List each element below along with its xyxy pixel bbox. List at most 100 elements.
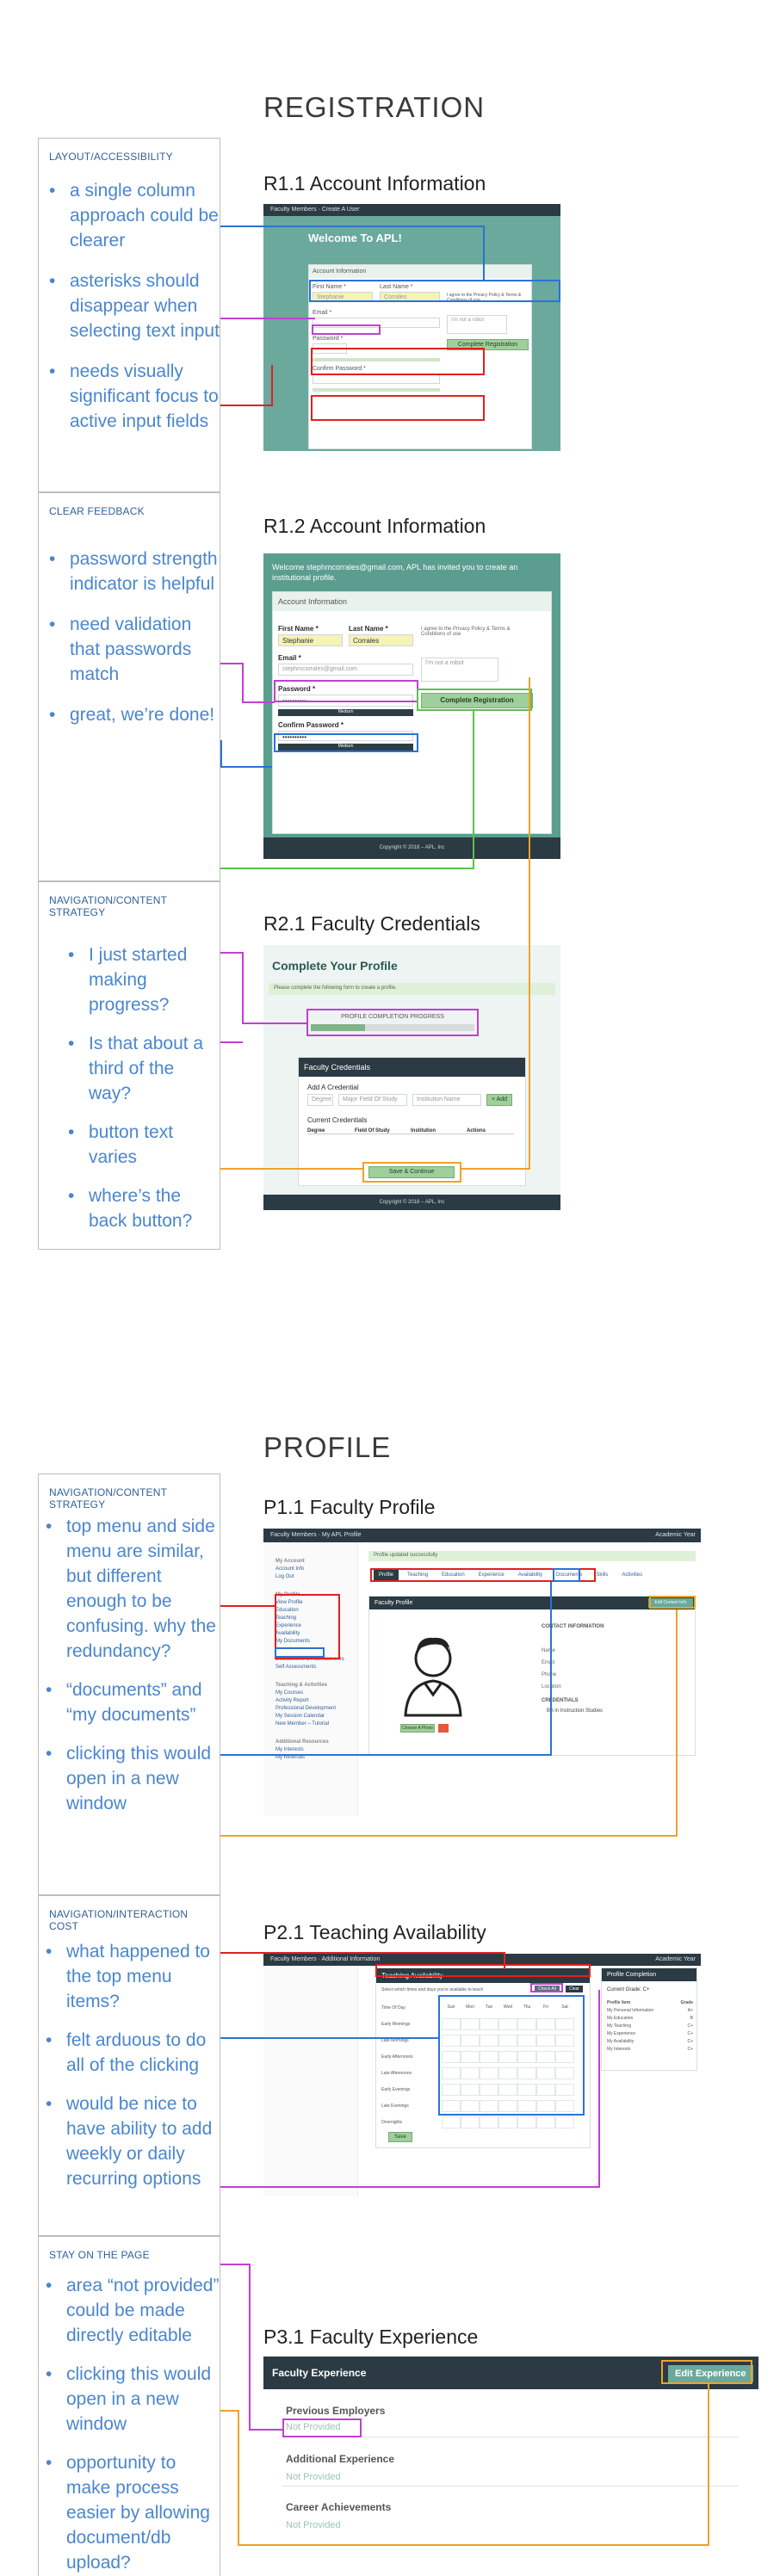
availability-checkbox[interactable] (555, 2116, 574, 2128)
availability-checkbox[interactable] (442, 2116, 461, 2128)
connector-line (249, 2264, 251, 2431)
highlight-progress (306, 1009, 479, 1036)
availability-checkbox[interactable] (536, 2116, 555, 2128)
person-icon (404, 1637, 462, 1717)
captcha-box[interactable]: I'm not a robot (447, 315, 507, 334)
side-link[interactable]: New Member – Tutorial (275, 1720, 357, 1728)
institution-input[interactable]: Institution Name (412, 1094, 481, 1106)
column-header: Actions (467, 1128, 486, 1134)
form-section-title: Account Information (309, 265, 531, 278)
completion-table: Profile Item Grade My Personal Information… (607, 1999, 693, 2054)
screenshot-p11: Faculty Members · My APL Profile Academi… (263, 1529, 701, 1816)
availability-checkbox[interactable] (517, 2116, 536, 2128)
section-title-profile: PROFILE (263, 1431, 392, 1463)
captcha-box[interactable]: I'm not a robot (421, 658, 498, 682)
save-button[interactable]: Save (388, 2132, 412, 2142)
highlight-asterisk (312, 324, 381, 335)
degree-select[interactable]: Degree (307, 1094, 333, 1106)
annotation-bullet: password strength indicator is helpful (49, 547, 220, 596)
app-title: Faculty Members · My APL Profile (270, 1532, 362, 1538)
column-header: Degree (307, 1128, 325, 1134)
first-name-label: First Name * (278, 625, 319, 633)
connector-line (220, 868, 474, 869)
column-header: Field Of Study (355, 1128, 390, 1134)
completion-row: My Teaching C+ (607, 2023, 693, 2030)
availability-checkbox[interactable] (498, 2116, 517, 2128)
completion-grade: C+ (687, 2039, 693, 2044)
card-title: Profile Completion (602, 1968, 696, 1981)
panel-title: NAVIGATION/INTERACTION COST (49, 1908, 189, 1932)
add-credential-button[interactable]: + Add (486, 1094, 512, 1106)
remove-photo-button[interactable] (438, 1724, 449, 1733)
connector-line (220, 1168, 363, 1170)
highlight-documents-tab (553, 1568, 580, 1582)
side-group-head: Additional Resources (275, 1739, 329, 1745)
page-footer: Copyright © 2018 – APL, Inc (263, 1195, 560, 1210)
not-provided-value[interactable]: Not Provided (286, 2520, 341, 2530)
credentials-heading: CREDENTIALS (542, 1698, 579, 1703)
screen-label-r12: R1.2 Account Information (263, 515, 486, 537)
clear-button[interactable]: Clear (566, 1986, 583, 1992)
tab-activities[interactable]: Activities (616, 1570, 647, 1580)
app-title: Faculty Members · Additional Information (270, 1956, 381, 1962)
availability-row: Overnights (381, 2114, 588, 2130)
screen-label-p21: P2.1 Teaching Availability (263, 1921, 486, 1943)
side-link[interactable]: Self Assessments (275, 1664, 357, 1671)
side-link[interactable]: My Interests (275, 1746, 357, 1754)
connector-line (708, 2384, 709, 2546)
annotation-panel-layout: LAYOUT/ACCESSIBILITY a single column app… (38, 138, 220, 492)
availability-checkbox[interactable] (461, 2116, 480, 2128)
connector-line (220, 2186, 599, 2188)
connector-line (220, 1754, 551, 1756)
last-name-input[interactable]: Corrales (349, 634, 413, 646)
connector-line (238, 2410, 239, 2546)
time-label: Early Afternoons (381, 2054, 413, 2060)
email-label: Email * (313, 310, 332, 316)
completion-item: My Availability (607, 2039, 635, 2044)
annotation-bullet: needs visually significant focus to acti… (49, 359, 220, 434)
side-link[interactable]: Log Out (275, 1573, 357, 1581)
email-input[interactable]: stephmcorrales@gmail.com (278, 664, 413, 676)
major-input[interactable]: Major Field Of Study (338, 1094, 407, 1106)
choose-photo-button[interactable]: Choose A Photo (400, 1724, 435, 1733)
connector-line (220, 1605, 275, 1607)
time-label: Time Of Day (381, 2005, 405, 2011)
side-link[interactable]: My Session Calendar (275, 1713, 357, 1720)
completion-grade: C+ (687, 2047, 693, 2052)
side-link[interactable]: Professional Development (275, 1705, 357, 1713)
availability-checkbox[interactable] (480, 2116, 498, 2128)
last-name-label: Last Name * (349, 625, 388, 633)
connector-line (242, 1022, 307, 1024)
completion-column-header: Profile Item (607, 2000, 631, 2005)
annotation-panel-feedback: CLEAR FEEDBACK password strength indicat… (38, 492, 220, 881)
completion-grade: C+ (687, 2031, 693, 2036)
section-title-registration: REGISTRATION (263, 91, 486, 123)
highlight-my-documents (275, 1647, 325, 1658)
not-provided-value[interactable]: Not Provided (286, 2472, 341, 2482)
connector-line (220, 1952, 505, 1954)
completion-row: My Availability C+ (607, 2038, 693, 2046)
side-link[interactable]: Activity Report (275, 1697, 357, 1705)
highlight-edit-experience (661, 2360, 752, 2384)
annotation-bullet: where’s the back button? (68, 1183, 220, 1233)
annotation-bullet: “documents” and “my documents” (46, 1677, 220, 1727)
side-link[interactable]: Account Info (275, 1566, 357, 1573)
annotation-bullet: button text varies (68, 1120, 220, 1170)
connector-line (271, 365, 273, 406)
card-title: Faculty Credentials (299, 1058, 525, 1077)
connector-line (242, 663, 244, 702)
welcome-heading: Welcome To APL! (308, 232, 402, 244)
first-name-input[interactable]: Stephanie (278, 634, 343, 646)
success-banner: Profile updated successfully (368, 1551, 696, 1561)
highlight-complete-button (417, 689, 532, 711)
password-strength-meter: Medium (278, 709, 413, 716)
annotation-panel-interaction-cost: NAVIGATION/INTERACTION COST what happene… (38, 1895, 220, 2236)
completion-grade: A+ (687, 2008, 693, 2013)
connector-line (220, 766, 272, 768)
annotation-panel-profile-navigation: NAVIGATION/CONTENT STRATEGY top menu and… (38, 1473, 220, 1895)
invite-message: Welcome stephmcorrales@gmail.com, APL ha… (272, 563, 518, 582)
side-link[interactable]: My Courses (275, 1690, 357, 1697)
connector-line (220, 225, 484, 227)
app-topbar: Faculty Members · My APL Profile Academi… (263, 1529, 701, 1542)
terms-checkbox-label[interactable]: I agree to the Privacy Policy & Terms & … (421, 627, 524, 637)
